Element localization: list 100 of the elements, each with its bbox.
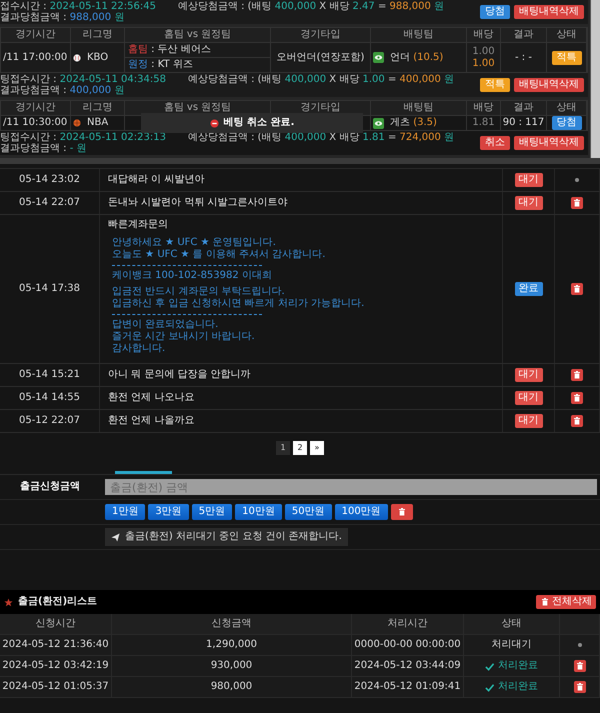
column-header: 홈팀 vs 원정팀	[125, 28, 271, 43]
column-header: 경기타입	[271, 28, 371, 43]
delete-button[interactable]	[571, 369, 583, 381]
match-time: /11 17:00:00	[1, 43, 71, 72]
inquiry-date: 05-14 17:38	[0, 215, 100, 363]
trash-icon	[572, 393, 582, 403]
inquiry-status-button[interactable]: 대기	[514, 196, 542, 210]
column-header: 상태	[464, 614, 560, 634]
amount-button[interactable]: 10만원	[235, 504, 282, 520]
trash-icon	[574, 661, 584, 671]
inquiry-title[interactable]: 빠른계좌문의	[108, 219, 168, 231]
clear-button[interactable]	[390, 504, 413, 520]
amount-button[interactable]: 1만원	[105, 504, 146, 520]
bet-summary-text: 예상당첨금액 : (배팅 400,000 X 배당 2.47 = 988,000 원	[178, 1, 444, 12]
answer-text: 입금전 반드시 계좌문의 부탁드립니다. 입금하신 후 입금 신청하시면 빠르게 처리가 가능합니다.	[112, 286, 364, 310]
tab-indicator	[115, 471, 172, 474]
bet-pick: 게츠 (3.5)	[390, 117, 437, 129]
delete-button[interactable]	[574, 660, 586, 672]
star-icon	[4, 598, 13, 606]
status-text: 처리완료	[498, 660, 538, 672]
bet-summary-text: 결과당첨금액 : 400,000 원	[0, 85, 124, 96]
amount-button[interactable]: 50만원	[284, 504, 332, 520]
request-amount: 1,290,000	[112, 635, 352, 655]
delete-button[interactable]	[571, 392, 583, 404]
team-badge-icon	[373, 52, 384, 63]
delete-all-button[interactable]: 전체삭제	[536, 595, 596, 609]
basketball-icon	[73, 119, 81, 127]
slip-action-button[interactable]: 배팅내역삭제	[514, 5, 584, 19]
page-button[interactable]: 2	[293, 441, 307, 455]
column-header: 배당	[467, 101, 501, 116]
section-title: 출금(환전)리스트	[18, 596, 98, 608]
slip-action-button[interactable]: 배팅내역삭제	[514, 136, 584, 150]
inquiry-date: 05-14 14:55	[0, 387, 100, 409]
trash-icon	[540, 597, 550, 607]
column-header: 신청금액	[112, 614, 352, 634]
trash-icon	[572, 416, 582, 426]
answer-text: 답변이 완료되었습니다. 즐거운 시간 보내시기 바랍니다. 감사합니다.	[112, 319, 256, 355]
processed-time: 2024-05-12 01:09:41	[352, 677, 464, 697]
withdraw-amount-label: 출금신청금액	[19, 481, 81, 493]
amount-input-field[interactable]: 출금(환전) 금액	[105, 479, 597, 495]
trash-icon	[572, 198, 582, 208]
amount-button[interactable]: 3만원	[148, 504, 189, 520]
odds-value: 1.00	[472, 58, 495, 70]
amount-button[interactable]: 5만원	[192, 504, 232, 520]
column-header: 배팅팀	[371, 101, 467, 116]
notice-text: 출금(환전) 처리대기 중인 요청 건이 존재합니다.	[125, 531, 342, 543]
slip-action-button[interactable]: 취소	[480, 136, 510, 150]
inquiry-status-button[interactable]: 완료	[514, 282, 542, 296]
delete-button[interactable]	[574, 681, 586, 693]
bet-summary-text: 예상당첨금액 : (배팅 400,000 X 배당 1.81 = 724,000 원	[188, 132, 454, 143]
bet-summary-text: 결과당첨금액 : - 원	[0, 143, 87, 154]
trash-icon	[572, 370, 582, 380]
match-result: - : -	[501, 43, 547, 72]
match-time: /11 10:30:00	[1, 116, 71, 130]
game-type: 오버언더(연장포함)	[276, 52, 364, 64]
trash-icon	[396, 507, 407, 517]
slip-action-button[interactable]: 당첨	[480, 5, 510, 19]
inquiry-title[interactable]: 돈내놔 시발련아 먹튀 시발그른사이트야	[108, 197, 288, 209]
delete-button[interactable]	[571, 197, 583, 209]
inquiry-status-button[interactable]: 대기	[514, 391, 542, 405]
inquiry-date: 05-14 23:02	[0, 169, 100, 191]
inquiry-title[interactable]: 환전 언제 나올까요	[108, 415, 194, 427]
inquiry-title[interactable]: 대답해라 이 씨발년아	[108, 174, 204, 186]
inquiry-title[interactable]: 환전 언제 나오나요	[108, 392, 194, 404]
team-side-label: 홈팀	[128, 44, 148, 55]
status-text: 처리완료	[498, 681, 538, 693]
bet-summary-text: 결과당첨금액 : 988,000 원	[0, 12, 124, 23]
request-time: 2024-05-12 03:42:19	[0, 656, 112, 676]
page-button[interactable]: 1	[276, 441, 290, 455]
next-page-button[interactable]: »	[310, 441, 324, 455]
inquiry-status-button[interactable]: 대기	[514, 414, 542, 428]
inquiry-status-button[interactable]: 대기	[514, 173, 542, 187]
column-header: 처리시간	[352, 614, 464, 634]
scrollbar[interactable]	[590, 0, 600, 158]
slip-action-button[interactable]: 배팅내역삭제	[514, 78, 584, 92]
inquiry-date: 05-14 22:07	[0, 192, 100, 214]
column-header: 신청시간	[0, 614, 112, 634]
answer-text: 케이뱅크 100-102-853982 이대희	[112, 270, 273, 282]
check-icon	[485, 682, 494, 692]
inquiry-title[interactable]: 아니 뭐 문의에 답장을 안합니까	[108, 369, 251, 381]
trash-icon	[574, 682, 584, 692]
column-header: 경기시간	[1, 28, 71, 43]
delete-button[interactable]	[571, 415, 583, 427]
trash-icon	[572, 284, 582, 294]
status-button[interactable]: 당첨	[552, 116, 582, 130]
delete-button[interactable]	[571, 283, 583, 295]
column-header: 결과	[501, 28, 547, 43]
team-side-label: 원정	[128, 59, 148, 70]
paper-plane-icon	[111, 532, 120, 542]
league-name: NBA	[87, 117, 108, 129]
league-name: KBO	[87, 52, 108, 64]
inquiry-status-button[interactable]: 대기	[514, 368, 542, 382]
request-amount: 930,000	[112, 656, 352, 676]
alert-icon	[210, 118, 219, 128]
inquiry-date: 05-14 15:21	[0, 364, 100, 386]
amount-button[interactable]: 100만원	[334, 504, 388, 520]
baseball-icon	[73, 54, 81, 62]
processed-time: 0000-00-00 00:00:00	[352, 635, 464, 655]
bet-summary-text: 접수시간 : 2024-05-11 22:56:45	[0, 1, 156, 12]
column-header: 리그명	[71, 101, 125, 116]
